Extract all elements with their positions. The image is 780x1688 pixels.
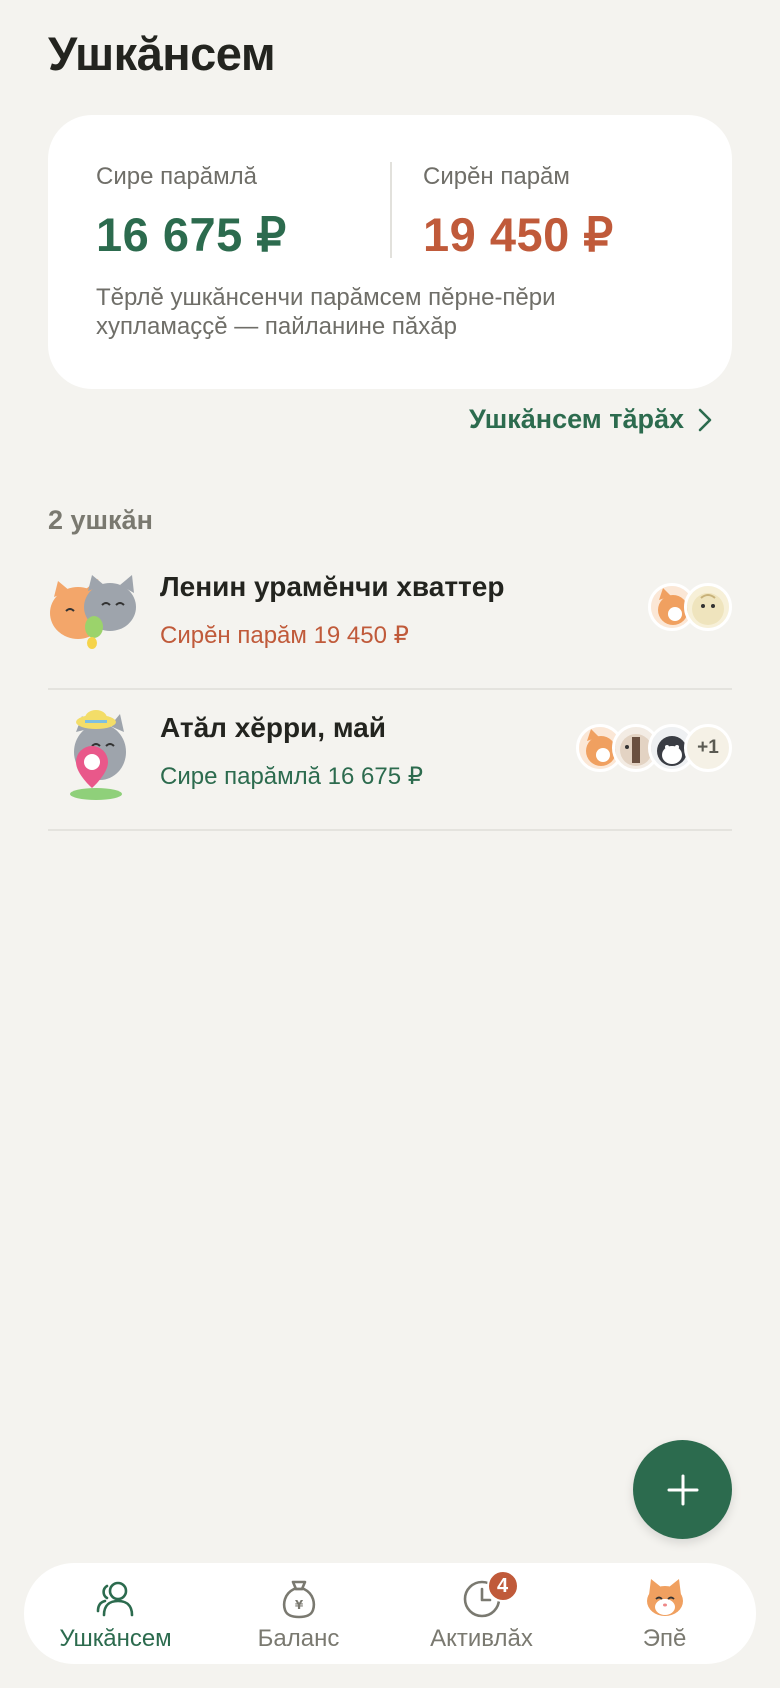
group-row[interactable]: Ленин урамӗнчи хваттер Сирӗн парӑм 19 45… — [48, 549, 732, 690]
you-owe-label: Сирӗн парӑм — [423, 163, 570, 190]
cat-avatar-icon — [643, 1577, 687, 1621]
cats-hugging-sticker-icon — [48, 567, 144, 663]
people-icon — [95, 1577, 137, 1621]
more-members-count: +1 — [684, 724, 732, 772]
tab-me-label: Эпӗ — [642, 1625, 687, 1652]
clock-icon: 4 — [461, 1570, 519, 1621]
summary-divider — [390, 162, 392, 258]
summary-note: Тӗрлӗ ушкӑнсенчи парӑмсем пӗрне-пӗри хуп… — [96, 284, 556, 340]
by-groups-link-label: Ушкӑнсем тӑрӑх — [468, 404, 684, 434]
plus-icon — [667, 1474, 698, 1505]
member-avatar — [684, 583, 732, 631]
chevron-right-icon — [698, 408, 712, 431]
group-name: Атӑл хӗрри, май — [160, 712, 386, 743]
add-group-button[interactable] — [633, 1440, 732, 1539]
group-status: Сирӗн парӑм 19 450 ₽ — [160, 622, 409, 649]
money-bag-icon: ¥ — [280, 1577, 318, 1621]
groups-list: Ленин урамӗнчи хваттер Сирӗн парӑм 19 45… — [48, 549, 732, 831]
group-row[interactable]: Атӑл хӗрри, май Сире парӑмлӑ 16 675 ₽ +1 — [48, 690, 732, 831]
tab-me[interactable]: Эпӗ — [573, 1563, 756, 1664]
you-owe-value: 19 450 ₽ — [423, 208, 614, 261]
tab-balance[interactable]: ¥ Баланс — [207, 1563, 390, 1664]
tab-activity[interactable]: 4 Активлӑх — [390, 1563, 573, 1664]
tab-activity-label: Активлӑх — [430, 1625, 533, 1652]
page-title: Ушкӑнсем — [48, 27, 276, 80]
bottom-navigation: Ушкӑнсем ¥ Баланс 4 Активлӑх Эпӗ — [24, 1563, 756, 1664]
member-avatars: +1 — [576, 724, 732, 772]
groups-count: 2 ушкӑн — [48, 505, 153, 535]
group-status: Сире парӑмлӑ 16 675 ₽ — [160, 763, 424, 790]
cat-location-pin-sticker-icon — [48, 708, 144, 804]
tab-groups-label: Ушкӑнсем — [59, 1625, 172, 1652]
svg-text:¥: ¥ — [294, 1598, 303, 1612]
owed-to-you-label: Сире парӑмлӑ — [96, 163, 257, 190]
group-name: Ленин урамӗнчи хваттер — [160, 571, 505, 602]
member-avatars — [648, 583, 732, 631]
owed-to-you-block: Сире парӑмлӑ 16 675 ₽ — [96, 163, 287, 263]
tab-balance-label: Баланс — [257, 1625, 340, 1652]
by-groups-link[interactable]: Ушкӑнсем тӑрӑх — [469, 404, 712, 435]
balance-summary-card: Сире парӑмлӑ 16 675 ₽ Сирӗн парӑм 19 450… — [48, 115, 732, 389]
activity-badge: 4 — [486, 1570, 519, 1602]
you-owe-block: Сирӗн парӑм 19 450 ₽ — [423, 163, 614, 263]
owed-to-you-value: 16 675 ₽ — [96, 208, 287, 261]
tab-groups[interactable]: Ушкӑнсем — [24, 1563, 207, 1664]
